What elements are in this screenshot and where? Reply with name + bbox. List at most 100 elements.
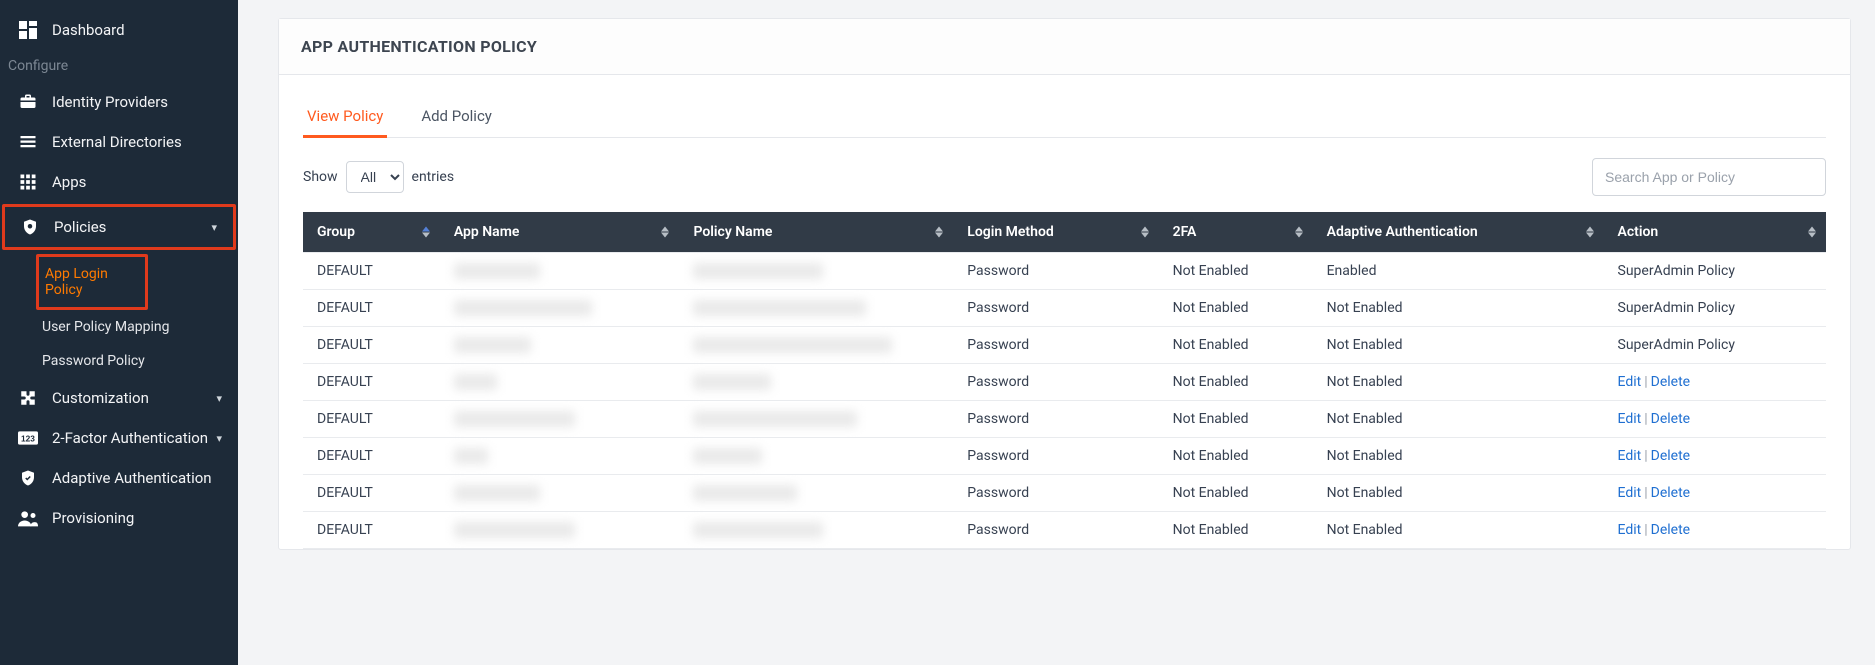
- sort-icon: [935, 227, 943, 238]
- cell-login-method: Password: [953, 253, 1158, 290]
- cell-adaptive: Not Enabled: [1313, 327, 1604, 364]
- sidebar: Dashboard Configure Identity Providers E…: [0, 0, 238, 665]
- cell-adaptive: Not Enabled: [1313, 364, 1604, 401]
- sidebar-item-policies[interactable]: Policies ▾: [5, 207, 233, 247]
- col-adaptive[interactable]: Adaptive Authentication: [1313, 212, 1604, 253]
- sidebar-item-label: 2-Factor Authentication: [52, 429, 208, 447]
- sidebar-item-adaptive-auth[interactable]: Adaptive Authentication: [0, 458, 238, 498]
- cell-app-name: ################: [440, 290, 680, 327]
- sidebar-item-label: Dashboard: [52, 21, 125, 39]
- cell-adaptive: Not Enabled: [1313, 512, 1604, 549]
- delete-link[interactable]: Delete: [1651, 485, 1690, 501]
- search-input[interactable]: [1592, 158, 1826, 196]
- shield-icon: [20, 217, 40, 237]
- sidebar-item-label: External Directories: [52, 133, 182, 151]
- sidebar-item-external-directories[interactable]: External Directories: [0, 122, 238, 162]
- cell-action: Edit|Delete: [1604, 475, 1827, 512]
- cell-2fa: Not Enabled: [1159, 253, 1313, 290]
- cell-action: SuperAdmin Policy: [1604, 290, 1827, 327]
- sidebar-item-2fa[interactable]: 123 2-Factor Authentication ▾: [0, 418, 238, 458]
- main-content: APP AUTHENTICATION POLICY View Policy Ad…: [238, 0, 1875, 665]
- cell-app-name: ####: [440, 438, 680, 475]
- cell-login-method: Password: [953, 512, 1158, 549]
- cell-policy-name: #######################: [679, 327, 953, 364]
- cell-2fa: Not Enabled: [1159, 475, 1313, 512]
- tab-view-policy[interactable]: View Policy: [303, 101, 387, 138]
- sidebar-subitem-user-policy-mapping[interactable]: User Policy Mapping: [42, 310, 238, 344]
- edit-link[interactable]: Edit: [1618, 485, 1642, 501]
- chevron-down-icon: ▾: [216, 432, 222, 445]
- puzzle-icon: [18, 388, 38, 408]
- cell-action: Edit|Delete: [1604, 364, 1827, 401]
- cell-login-method: Password: [953, 290, 1158, 327]
- cell-policy-name: ####################: [679, 290, 953, 327]
- edit-link[interactable]: Edit: [1618, 374, 1642, 390]
- col-group[interactable]: Group: [303, 212, 440, 253]
- cell-policy-name: ###############: [679, 512, 953, 549]
- grid-icon: [18, 172, 38, 192]
- col-login_method[interactable]: Login Method: [953, 212, 1158, 253]
- sidebar-item-customization[interactable]: Customization ▾: [0, 378, 238, 418]
- cell-2fa: Not Enabled: [1159, 327, 1313, 364]
- col-twofa[interactable]: 2FA: [1159, 212, 1313, 253]
- sort-icon: [1808, 227, 1816, 238]
- edit-link[interactable]: Edit: [1618, 522, 1642, 538]
- cell-group: DEFAULT: [303, 512, 440, 549]
- cell-group: DEFAULT: [303, 475, 440, 512]
- sidebar-item-dashboard[interactable]: Dashboard: [0, 10, 238, 50]
- edit-link[interactable]: Edit: [1618, 411, 1642, 427]
- sidebar-item-label: Identity Providers: [52, 93, 168, 111]
- edit-link[interactable]: Edit: [1618, 448, 1642, 464]
- sidebar-subitem-password-policy[interactable]: Password Policy: [42, 344, 238, 378]
- cell-adaptive: Not Enabled: [1313, 475, 1604, 512]
- table-row: DEFAULT################################P…: [303, 327, 1826, 364]
- cell-app-name: ##########: [440, 253, 680, 290]
- sidebar-item-apps[interactable]: Apps: [0, 162, 238, 202]
- shield-check-icon: [18, 468, 38, 488]
- col-action[interactable]: Action: [1604, 212, 1827, 253]
- table-row: DEFAULT##############PasswordNot Enabled…: [303, 364, 1826, 401]
- dashboard-icon: [18, 20, 38, 40]
- tab-add-policy[interactable]: Add Policy: [417, 101, 496, 138]
- entries-select[interactable]: All: [346, 161, 404, 193]
- cell-login-method: Password: [953, 364, 1158, 401]
- cell-action: Edit|Delete: [1604, 438, 1827, 475]
- cell-adaptive: Not Enabled: [1313, 438, 1604, 475]
- cell-action: SuperAdmin Policy: [1604, 327, 1827, 364]
- cell-app-name: ##############: [440, 512, 680, 549]
- cell-policy-name: #########: [679, 364, 953, 401]
- cell-login-method: Password: [953, 475, 1158, 512]
- sort-icon: [661, 227, 669, 238]
- cell-app-name: ##############: [440, 401, 680, 438]
- col-policy_name[interactable]: Policy Name: [679, 212, 953, 253]
- sidebar-section-configure: Configure: [0, 50, 238, 82]
- delete-link[interactable]: Delete: [1651, 411, 1690, 427]
- sidebar-subitem-app-login-policy[interactable]: App Login Policy: [45, 257, 145, 307]
- cell-login-method: Password: [953, 438, 1158, 475]
- delete-link[interactable]: Delete: [1651, 374, 1690, 390]
- sidebar-item-label: Policies: [54, 218, 106, 236]
- chevron-down-icon: ▾: [216, 392, 222, 405]
- chevron-down-icon: ▾: [211, 221, 217, 234]
- sidebar-item-provisioning[interactable]: Provisioning: [0, 498, 238, 538]
- table-row: DEFAULT#################################…: [303, 401, 1826, 438]
- col-app_name[interactable]: App Name: [440, 212, 680, 253]
- sidebar-subitem-app-login-policy-highlight: App Login Policy: [36, 254, 148, 310]
- tabs: View Policy Add Policy: [303, 101, 1826, 138]
- table-row: DEFAULT######################PasswordNot…: [303, 475, 1826, 512]
- table-header-row: GroupApp NamePolicy NameLogin Method2FAA…: [303, 212, 1826, 253]
- list-icon: [18, 132, 38, 152]
- table-row: DEFAULT############PasswordNot EnabledNo…: [303, 438, 1826, 475]
- table-toolbar: Show All entries: [303, 138, 1826, 212]
- cell-2fa: Not Enabled: [1159, 290, 1313, 327]
- briefcase-icon: [18, 92, 38, 112]
- delete-link[interactable]: Delete: [1651, 448, 1690, 464]
- delete-link[interactable]: Delete: [1651, 522, 1690, 538]
- page-title: APP AUTHENTICATION POLICY: [279, 19, 1850, 75]
- sidebar-item-identity-providers[interactable]: Identity Providers: [0, 82, 238, 122]
- sidebar-item-label: Apps: [52, 173, 86, 191]
- cell-2fa: Not Enabled: [1159, 401, 1313, 438]
- cell-adaptive: Enabled: [1313, 253, 1604, 290]
- table-row: DEFAULT#########################Password…: [303, 253, 1826, 290]
- table-row: DEFAULT#############################Pass…: [303, 512, 1826, 549]
